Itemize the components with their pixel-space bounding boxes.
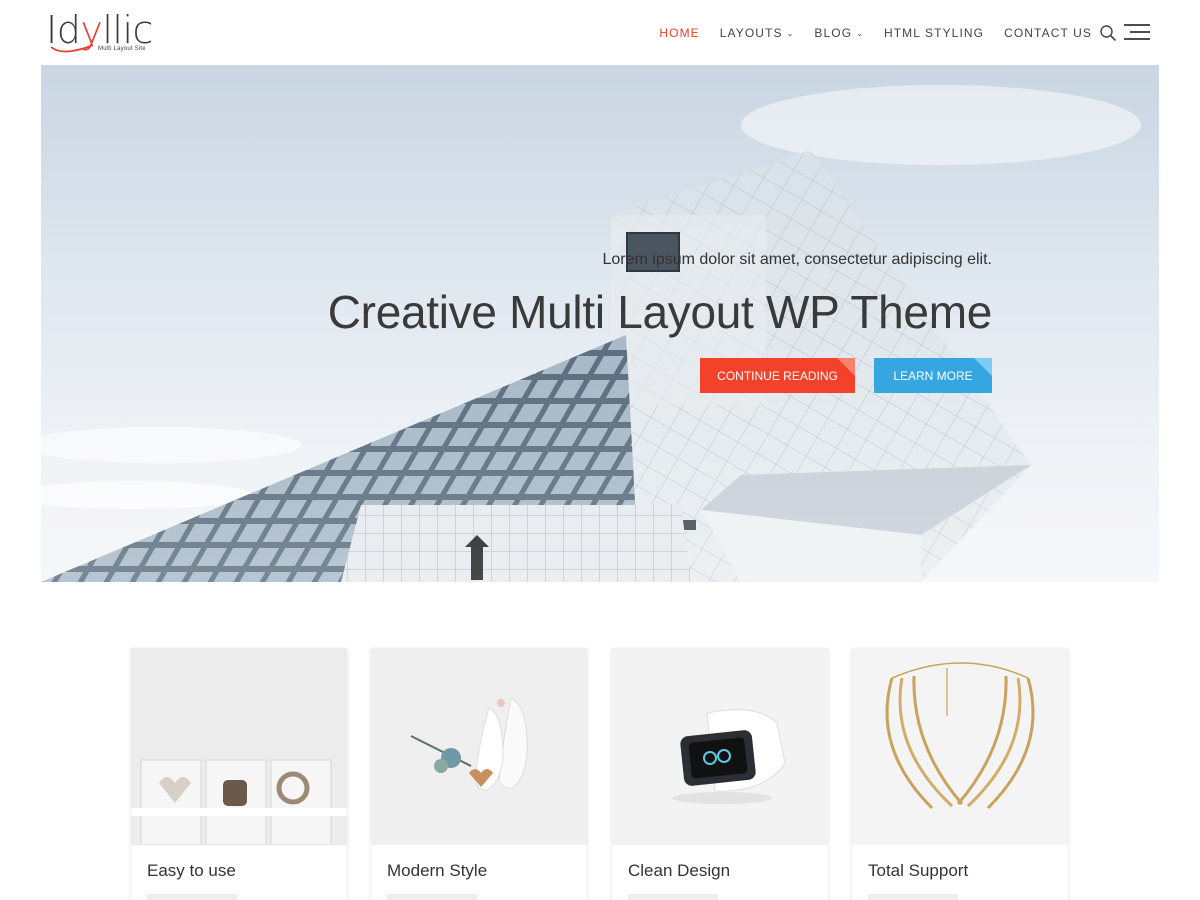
logo-tagline: Multi Layout Site xyxy=(98,46,146,52)
nav-item-contact-us[interactable]: CONTACT US xyxy=(1004,26,1092,40)
card-text-placeholder xyxy=(147,894,237,900)
card-title: Clean Design xyxy=(628,861,731,880)
hamburger-menu-icon[interactable] xyxy=(1122,23,1152,41)
card-text-placeholder xyxy=(628,894,718,900)
feature-card-easy-to-use[interactable]: Easy to use xyxy=(131,648,347,900)
site-header: Idyllic Multi Layout Site HOME LAYOUTS ⌄ … xyxy=(0,0,1200,64)
button-corner-accent xyxy=(974,358,992,376)
card-image xyxy=(371,648,587,845)
card-image xyxy=(852,648,1068,845)
hero-subtitle: Lorem ipsum dolor sit amet, consectetur … xyxy=(602,251,992,268)
card-title: Modern Style xyxy=(387,861,488,880)
button-corner-accent xyxy=(837,358,855,376)
hero-banner: Lorem ipsum dolor sit amet, consectetur … xyxy=(41,65,1159,582)
smartwatch-illustration xyxy=(612,648,828,845)
feature-card-total-support[interactable]: Total Support xyxy=(852,648,1068,900)
learn-more-button[interactable]: LEARN MORE xyxy=(874,358,992,393)
shoes-illustration xyxy=(371,648,587,845)
nav-item-html-styling[interactable]: HTML STYLING xyxy=(884,26,984,40)
main-nav: HOME LAYOUTS ⌄ BLOG ⌄ HTML STYLING CONTACT… xyxy=(639,24,1092,42)
necklace-illustration xyxy=(852,648,1068,845)
search-icon[interactable] xyxy=(1099,24,1117,42)
nav-item-blog[interactable]: BLOG ⌄ xyxy=(814,26,864,40)
card-image xyxy=(131,648,347,845)
chevron-down-icon: ⌄ xyxy=(786,28,795,38)
logo-swoosh-icon xyxy=(50,44,94,53)
feature-card-clean-design[interactable]: Clean Design xyxy=(612,648,828,900)
chevron-down-icon: ⌄ xyxy=(856,28,864,38)
hero-title: Creative Multi Layout WP Theme xyxy=(327,286,993,338)
card-text-placeholder xyxy=(387,894,477,900)
chairs-illustration xyxy=(131,648,347,845)
card-title: Easy to use xyxy=(147,861,236,880)
nav-item-home[interactable]: HOME xyxy=(659,26,699,40)
nav-item-layouts[interactable]: LAYOUTS ⌄ xyxy=(720,26,795,40)
site-logo[interactable]: Idyllic Multi Layout Site xyxy=(46,8,166,56)
feature-card-modern-style[interactable]: Modern Style xyxy=(371,648,587,900)
card-title: Total Support xyxy=(868,861,969,880)
card-image xyxy=(612,648,828,845)
card-text-placeholder xyxy=(868,894,958,900)
continue-reading-button[interactable]: CONTINUE READING xyxy=(700,358,855,393)
